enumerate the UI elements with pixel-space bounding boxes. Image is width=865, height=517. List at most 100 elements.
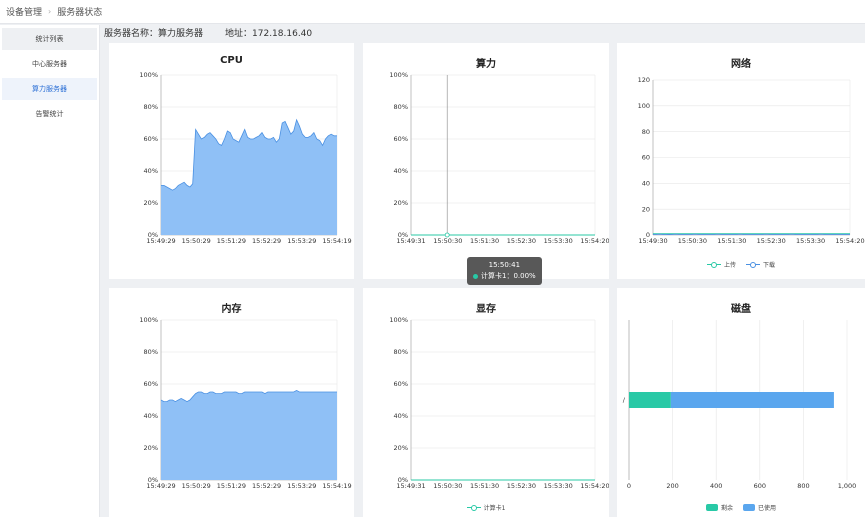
x-tick-label: 15:52:30 (507, 237, 536, 245)
x-tick-label: 15:54:20 (835, 237, 864, 245)
sidebar-item-label: 告警统计 (35, 110, 64, 118)
x-tick-label: 15:54:19 (322, 237, 351, 245)
series-dot-icon (473, 273, 478, 279)
disk-bar-segment (670, 392, 834, 408)
legend-box-icon (743, 504, 755, 511)
x-tick-label: 15:52:29 (252, 482, 281, 490)
memory-chart: 0%20%40%60%80%100%15:49:29 15:50:29 15:51:… (139, 316, 351, 490)
y-tick-label: 60% (394, 135, 408, 143)
x-tick-label: 15:49:29 (146, 482, 175, 490)
breadcrumb-item-server-status: 服务器状态 (57, 8, 103, 18)
sidebar-item-center-server[interactable]: 中心服务器 (2, 53, 97, 75)
x-tick-label: 15:53:30 (544, 482, 573, 490)
chart-tooltip: 15:50:41 计算卡1：0.00% (467, 257, 542, 285)
compute-chart[interactable]: 0%20%40%60%80%100%15:49:31 15:50:30 15:51:… (363, 43, 609, 279)
y-tick-label: 40 (642, 180, 650, 188)
vram-chart: 0%20%40%60%80%100%15:49:31 15:50:30 15:51:… (389, 316, 609, 490)
sidebar-item-label: 统计列表 (35, 35, 64, 43)
x-tick-label: 15:54:20 (580, 237, 609, 245)
y-tick-label: 100% (389, 71, 408, 79)
breadcrumb-item-device[interactable]: 设备管理 (6, 5, 42, 18)
x-tick-label: 15:50:30 (433, 482, 462, 490)
x-tick-label: 15:50:30 (433, 237, 462, 245)
legend-line-icon (466, 504, 481, 511)
area-fill (161, 119, 337, 235)
y-tick-label: 20% (394, 199, 408, 207)
server-name: 服务器名称：算力服务器 (104, 28, 204, 39)
y-tick-label: 60% (144, 380, 158, 388)
x-tick-label: 15:53:30 (544, 237, 573, 245)
tooltip-time: 15:50:41 (488, 261, 521, 269)
legend-label: 上传 (723, 262, 736, 269)
legend-item-download[interactable]: 下载 (746, 260, 775, 269)
x-tick-label: 15:49:30 (638, 237, 667, 245)
x-tick-label: 15:52:29 (252, 237, 281, 245)
x-tick-label: 15:49:31 (396, 482, 425, 490)
y-tick-label: 60% (394, 380, 408, 388)
sidebar-header: 统计列表 (2, 28, 97, 50)
sidebar-item-compute-server[interactable]: 算力服务器 (2, 78, 97, 100)
x-tick-label: 15:53:29 (287, 237, 316, 245)
y-tick-label: 20% (144, 199, 158, 207)
x-tick-label: 15:50:30 (678, 237, 707, 245)
legend-item-free[interactable]: 剩余 (705, 503, 733, 512)
y-tick-label: 100% (139, 316, 158, 324)
vram-legend: 计算卡1 (363, 503, 609, 512)
x-tick-label: 15:51:30 (470, 237, 499, 245)
y-tick-label: 20 (642, 205, 650, 213)
network-legend: 上传 下载 (617, 260, 865, 269)
legend-label: 下载 (763, 262, 776, 269)
legend-label: 剩余 (720, 505, 733, 512)
legend-item-card1[interactable]: 计算卡1 (466, 503, 506, 512)
network-chart: 02040608010012015:49:30 15:50:30 15:51:30 1… (638, 76, 865, 245)
legend-box-icon (705, 504, 718, 511)
server-address: 地址：172.18.16.40 (225, 28, 313, 39)
y-tick-label: 20% (144, 444, 158, 452)
x-tick-label: 200 (666, 482, 678, 490)
disk-bar-segment (629, 392, 671, 408)
sidebar-item-label: 算力服务器 (32, 85, 67, 93)
y-tick-label: 80% (144, 348, 158, 356)
vram-panel: 显存 0% 20% 40% 60% 80% 100% 15:49:31 15:50:30 15:… (363, 288, 609, 517)
x-tick-label: 15:51:30 (470, 482, 499, 490)
server-info: 服务器名称：算力服务器 地址：172.18.16.40 (104, 24, 312, 40)
x-tick-label: 15:53:30 (796, 237, 825, 245)
legend-item-upload[interactable]: 上传 (706, 260, 736, 269)
y-tick-label: 60 (642, 154, 650, 162)
sidebar-item-label: 中心服务器 (32, 60, 67, 68)
legend-label: 已使用 (758, 505, 777, 512)
x-tick-label: 15:51:29 (217, 237, 246, 245)
x-tick-label: 15:50:29 (182, 482, 211, 490)
y-tick-label: 80 (642, 128, 650, 136)
y-tick-label: 80% (394, 103, 408, 111)
y-tick-label: 100 (638, 102, 650, 110)
y-tick-label: 40% (394, 167, 408, 175)
x-tick-label: 15:49:29 (146, 237, 175, 245)
x-tick-label: 15:51:29 (217, 482, 246, 490)
y-tick-label: 40% (394, 412, 408, 420)
memory-panel: 内存 0% 20% 40% 60% 80% 100% 15:49:29 15:50:29 15:… (109, 288, 354, 517)
legend-line-icon (706, 261, 721, 268)
y-tick-label: 60% (144, 135, 158, 143)
legend-item-used[interactable]: 已使用 (743, 503, 776, 512)
top-bar: 设备管理 › 服务器状态 (0, 0, 865, 24)
y-tick-label: 80% (394, 348, 408, 356)
x-tick-label: 400 (710, 482, 722, 490)
tooltip-value: 计算卡1：0.00% (481, 272, 536, 280)
x-tick-label: 1,000 (838, 482, 857, 490)
area-fill (161, 390, 337, 480)
chevron-right-icon: › (48, 7, 52, 16)
x-tick-label: 0 (627, 482, 631, 490)
disk-panel: 磁盘 0 200 400 600 800 1,000/ 剩余 已使用 (617, 288, 865, 517)
cpu-chart: 0%20%40%60%80%100%15:49:29 15:50:29 15:51:… (139, 71, 351, 245)
x-tick-label: 15:52:30 (757, 237, 786, 245)
compute-panel: 算力 0% 20% 40% 60% 80% 100% 15:49:31 15:50:30 15:… (363, 43, 609, 285)
x-tick-label: 15:54:20 (580, 482, 609, 490)
y-tick-label: 20% (394, 444, 408, 452)
legend-label: 计算卡1 (483, 505, 506, 512)
disk-legend: 剩余 已使用 (617, 503, 865, 512)
x-tick-label: 15:53:29 (287, 482, 316, 490)
y-tick-label: 40% (144, 167, 158, 175)
sidebar-item-alarm-stats[interactable]: 告警统计 (2, 103, 97, 125)
y-tick-label: 100% (389, 316, 408, 324)
